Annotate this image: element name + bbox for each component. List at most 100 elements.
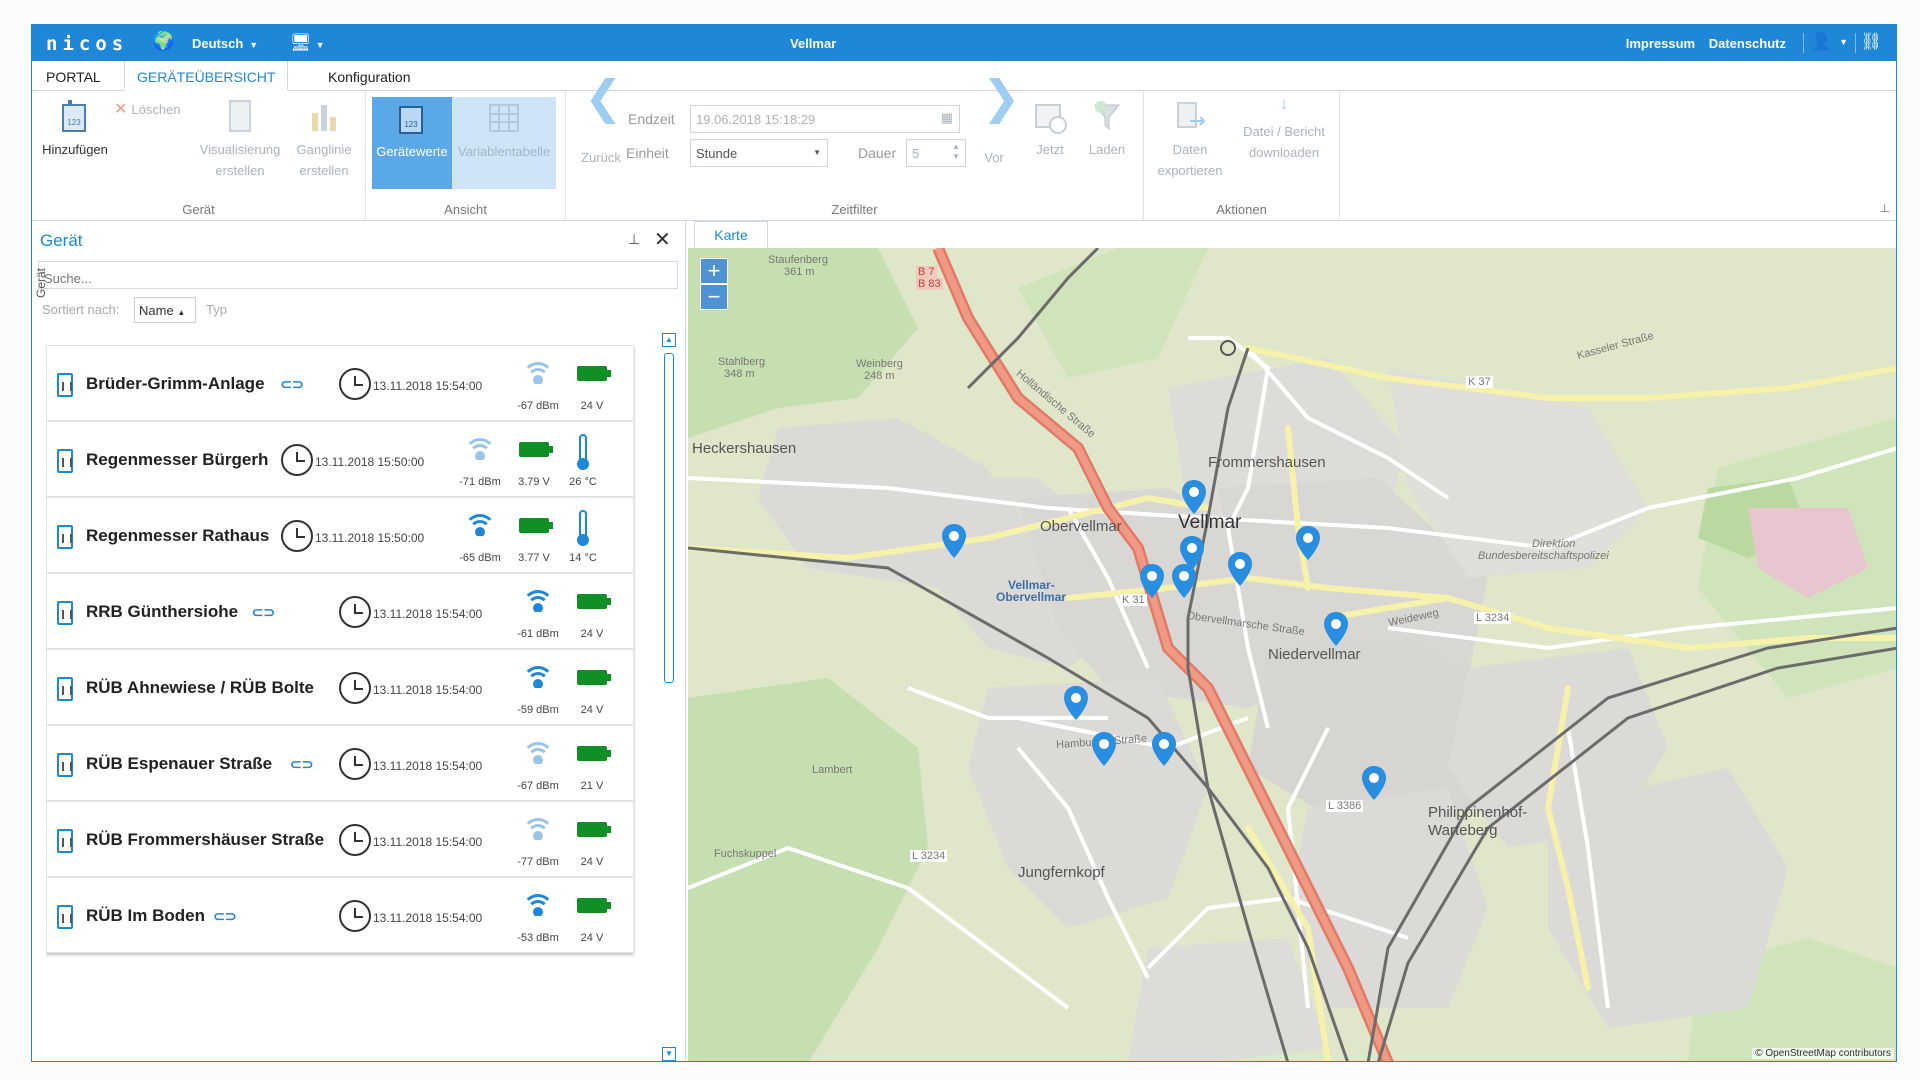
map-label-bundesbereitschaftspolizei: Bundesbereitschaftspolizei [1478, 550, 1609, 562]
main-tabs: PORTAL GERÄTEÜBERSICHT Konfiguration [32, 61, 1896, 91]
add-button[interactable]: 123 Hinzufügen [38, 99, 112, 160]
map-marker-icon[interactable] [1172, 564, 1196, 598]
device-timestamp: 13.11.2018 15:54:00 [373, 683, 483, 697]
unit-select[interactable]: Stunde ▼ [690, 139, 828, 167]
visualization-button[interactable]: Visualisierung erstellen [198, 99, 282, 181]
map-marker-icon[interactable] [1152, 732, 1176, 766]
device-icon [57, 677, 73, 701]
device-timestamp: 13.11.2018 15:50:00 [315, 455, 425, 469]
map-view[interactable]: + − Vellmar Obervellmar Niedervellmar Fr… [688, 248, 1896, 1061]
map-label-obervellmar: Obervellmar [1040, 518, 1122, 535]
map-marker-icon[interactable] [1296, 526, 1320, 560]
map-marker-icon[interactable] [1140, 564, 1164, 598]
window-title: Vellmar [790, 36, 837, 51]
map-label-niedervellmar: Niedervellmar [1268, 646, 1361, 663]
link-icon[interactable]: ⊂⊃ [280, 376, 303, 393]
map-label-fuchskuppel: Fuchskuppel [714, 848, 777, 860]
hydrograph-button[interactable]: Ganglinie erstellen [288, 99, 360, 181]
side-tab-geraet[interactable]: Gerät [32, 258, 56, 304]
device-name: RRB Günthersiohe [86, 602, 239, 621]
scroll-down-icon[interactable]: ▼ [662, 1047, 676, 1061]
device-signal: -65 dBm [459, 552, 501, 564]
tab-geraeteuebersicht[interactable]: GERÄTEÜBERSICHT [124, 61, 289, 91]
load-button[interactable]: Laden [1080, 99, 1134, 160]
map-label-philippinenhof: Philippinenhof- [1428, 804, 1528, 821]
device-values-button[interactable]: 123 Gerätewerte [372, 97, 452, 189]
device-temperature: 14 °C [569, 552, 597, 564]
map-marker-icon[interactable] [1182, 480, 1206, 514]
zoom-in-button[interactable]: + [700, 258, 728, 284]
tab-konfiguration[interactable]: Konfiguration [316, 61, 423, 91]
device-signal: -71 dBm [459, 476, 501, 488]
export-icon [1177, 102, 1206, 128]
map-label-vellmar: Vellmar [1178, 512, 1242, 533]
device-timestamp: 13.11.2018 15:54:00 [373, 379, 483, 393]
device-card[interactable]: RÜB Ahnewiese / RÜB Bolte 13.11.2018 15:… [46, 649, 634, 725]
map-marker-icon[interactable] [942, 524, 966, 558]
device-timestamp: 13.11.2018 15:50:00 [315, 531, 425, 545]
network-icon[interactable]: ⛓ [1860, 32, 1882, 52]
map-label-weinberg: Weinberg [856, 358, 903, 370]
user-icon[interactable]: 👤 [1811, 32, 1832, 52]
download-button[interactable]: ↓ Datei / Bericht downloaden [1232, 93, 1336, 163]
device-card[interactable]: Regenmesser Bürgerh 13.11.2018 15:50:00 … [46, 421, 634, 497]
device-card[interactable]: RÜB Im Boden ⊂⊃ 13.11.2018 15:54:00 -53 … [46, 877, 634, 953]
map-marker-icon[interactable] [1064, 686, 1088, 720]
calendar-icon[interactable]: ▦ [941, 110, 953, 126]
svg-text:123: 123 [404, 120, 418, 129]
zoom-out-button[interactable]: − [700, 284, 728, 310]
unit-label: Einheit [626, 145, 669, 161]
chevron-down-icon: ▼ [813, 148, 821, 157]
clock-icon [339, 596, 371, 628]
now-button[interactable]: Jetzt [1024, 99, 1076, 160]
link-icon[interactable]: ⊂⊃ [290, 756, 313, 773]
pin-icon[interactable]: ⊥ [628, 231, 640, 248]
map-marker-icon[interactable] [1362, 766, 1386, 800]
map-label-stahlberg-height: 348 m [724, 368, 755, 380]
clock-icon [281, 444, 313, 476]
impressum-link[interactable]: Impressum [1626, 36, 1695, 51]
device-voltage: 3.77 V [518, 552, 550, 564]
device-card[interactable]: Regenmesser Rathaus 13.11.2018 15:50:00 … [46, 497, 634, 573]
device-timestamp: 13.11.2018 15:54:00 [373, 911, 483, 925]
device-card[interactable]: Brüder-Grimm-Anlage ⊂⊃ 13.11.2018 15:54:… [46, 345, 634, 421]
variable-table-button[interactable]: Variablentabelle [452, 97, 556, 189]
datenschutz-link[interactable]: Datenschutz [1709, 36, 1786, 51]
delete-button[interactable]: ✕ Löschen [114, 99, 194, 120]
scroll-thumb[interactable] [664, 353, 674, 683]
map-marker-icon[interactable] [1324, 612, 1348, 646]
export-data-button[interactable]: Daten exportieren [1150, 99, 1230, 181]
map-marker-icon[interactable] [1092, 732, 1116, 766]
sort-type-option[interactable]: Typ [206, 302, 227, 317]
tab-portal[interactable]: PORTAL [34, 61, 113, 91]
language-select[interactable]: Deutsch ▼ [192, 36, 258, 51]
next-button[interactable]: ❯ Vor [970, 74, 1021, 187]
battery-icon [577, 746, 611, 761]
duration-stepper[interactable]: 5 ▲ ▼ [906, 139, 966, 167]
link-icon[interactable]: ⊂⊃ [213, 908, 236, 925]
endtime-input[interactable]: 19.06.2018 15:18:29 ▦ [690, 105, 960, 133]
scrollbar[interactable]: ▲ ▼ [660, 333, 678, 1061]
device-card[interactable]: RRB Günthersiohe ⊂⊃ 13.11.2018 15:54:00 … [46, 573, 634, 649]
scroll-up-icon[interactable]: ▲ [662, 333, 676, 347]
search-input[interactable] [38, 261, 678, 289]
map-label-l3234: L 3234 [1474, 612, 1512, 624]
tab-map[interactable]: Karte [694, 221, 768, 249]
back-button[interactable]: ❮ Zurück [574, 74, 628, 187]
wifi-signal-icon [521, 362, 555, 384]
map-credits[interactable]: © OpenStreetMap contributors [1752, 1048, 1894, 1059]
link-icon[interactable]: ⊂⊃ [252, 604, 275, 621]
chevron-down-icon[interactable]: ▼ [1839, 37, 1848, 47]
pin-icon[interactable]: ⊥ [1880, 201, 1890, 215]
device-card[interactable]: RÜB Espenauer Straße ⊂⊃ 13.11.2018 15:54… [46, 725, 634, 801]
app-logo: nicos [46, 33, 129, 55]
sort-name-select[interactable]: Name ▲ [134, 297, 196, 323]
globe-icon[interactable]: 🌍 [152, 31, 174, 52]
stepper-arrows-icon[interactable]: ▲ ▼ [952, 142, 960, 162]
map-label-b7: B 7 [916, 266, 937, 278]
device-signal: -61 dBm [517, 628, 559, 640]
map-marker-icon[interactable] [1228, 552, 1252, 586]
device-card[interactable]: RÜB Frommershäuser Straße 13.11.2018 15:… [46, 801, 634, 877]
close-icon[interactable]: ✕ [654, 227, 671, 252]
monitor-icon[interactable]: 🖥 ▼ [290, 33, 325, 53]
